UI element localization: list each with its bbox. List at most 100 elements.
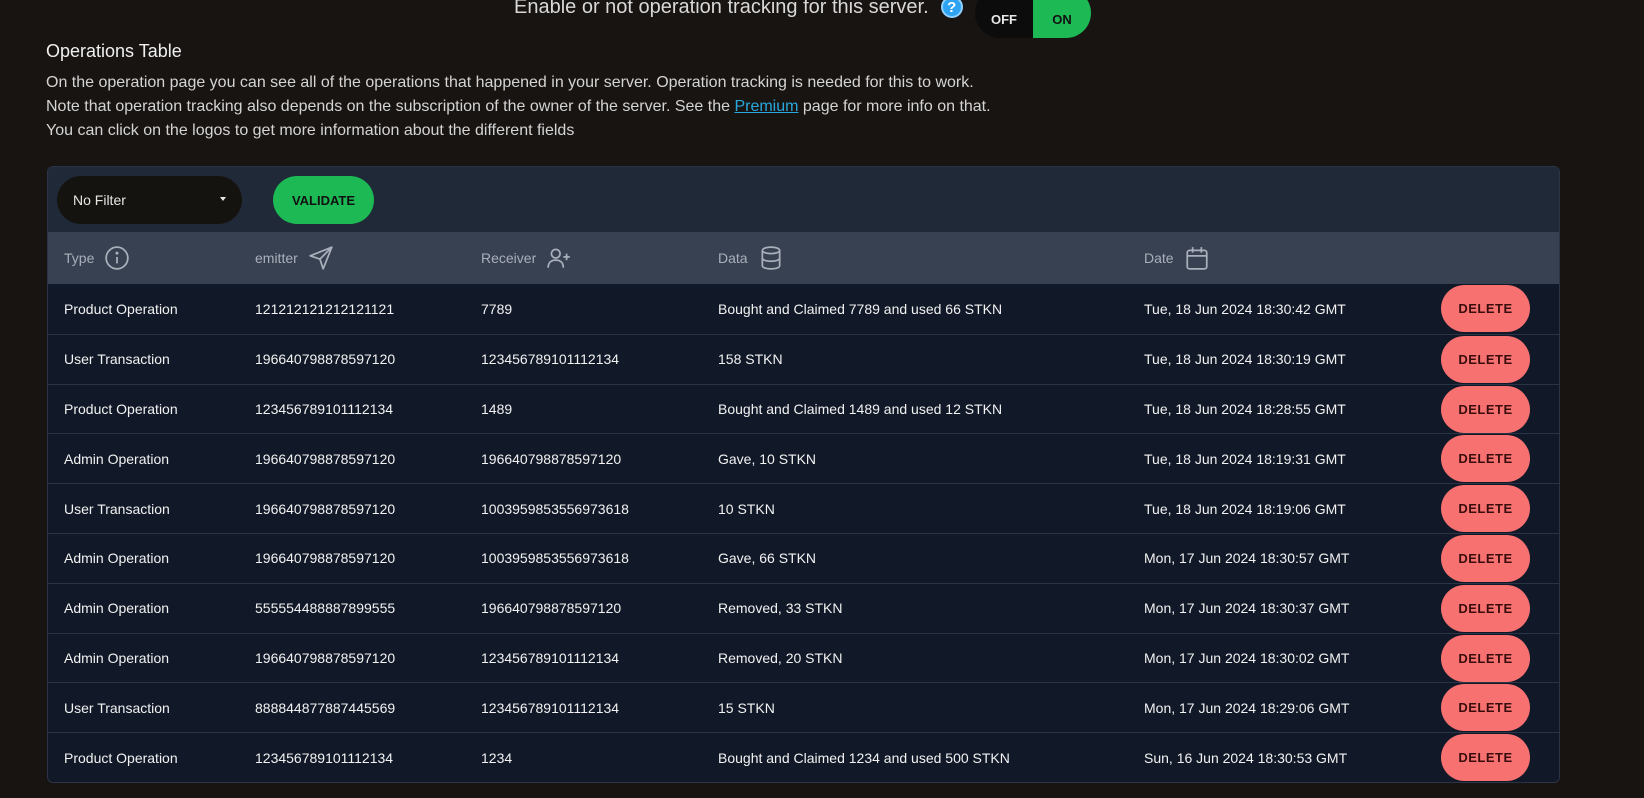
- table-body: Product Operation 121212121212121121 7789 B…: [48, 284, 1559, 782]
- table-row: Product Operation 121212121212121121 7789 B…: [48, 284, 1559, 334]
- cell-receiver: 1234: [481, 749, 513, 766]
- header-type-label: Type: [64, 250, 95, 266]
- cell-data: Bought and Claimed 1234 and used 500 STK…: [718, 749, 1010, 766]
- cell-receiver: 196640798878597120: [481, 600, 622, 617]
- cell-date: Tue, 18 Jun 2024 18:19:31 GMT: [1144, 450, 1346, 467]
- desc-line-2: Note that operation tracking also depend…: [46, 95, 991, 119]
- tracking-question-text: Enable or not operation tracking for thi…: [514, 0, 929, 18]
- header-date-label: Date: [1144, 250, 1174, 266]
- cell-emitter: 123456789101112134: [255, 400, 394, 417]
- cell-receiver: 123456789101112134: [481, 649, 620, 666]
- table-row: Admin Operation 196640798878597120 1234567…: [48, 632, 1559, 683]
- table-row: Admin Operation 555554488887899555 1966407…: [48, 582, 1559, 633]
- header-date: Date: [1144, 232, 1210, 284]
- cell-type: Admin Operation: [64, 600, 170, 617]
- info-icon[interactable]: [104, 245, 130, 271]
- tracking-toggle[interactable]: OFF ON: [975, 0, 1091, 38]
- operations-panel: No Filter VALIDATE Type emitter Receiver…: [47, 166, 1560, 783]
- cell-date: Tue, 18 Jun 2024 18:30:19 GMT: [1144, 351, 1346, 368]
- delete-button[interactable]: DELETE: [1441, 335, 1530, 383]
- cell-date: Mon, 17 Jun 2024 18:29:06 GMT: [1144, 699, 1350, 716]
- cell-emitter: 196640798878597120: [255, 649, 396, 666]
- cell-type: Product Operation: [64, 749, 178, 766]
- cell-emitter: 123456789101112134: [255, 749, 394, 766]
- cell-emitter: 196640798878597120: [255, 351, 396, 368]
- toggle-off[interactable]: OFF: [975, 0, 1033, 38]
- delete-button[interactable]: DELETE: [1441, 684, 1530, 732]
- delete-button[interactable]: DELETE: [1441, 734, 1530, 782]
- delete-button[interactable]: DELETE: [1441, 584, 1530, 632]
- database-icon[interactable]: [758, 245, 784, 271]
- delete-button[interactable]: DELETE: [1441, 285, 1530, 332]
- header-type: Type: [64, 232, 130, 284]
- desc-line-2-after: page for more info on that.: [798, 98, 991, 115]
- header-receiver-label: Receiver: [481, 250, 537, 266]
- cell-data: 10 STKN: [718, 500, 775, 517]
- cell-receiver: 1003959853556973618: [481, 550, 629, 567]
- cell-type: User Transaction: [64, 699, 170, 716]
- table-row: Product Operation 123456789101112134 1234 B…: [48, 732, 1559, 782]
- cell-date: Tue, 18 Jun 2024 18:19:06 GMT: [1144, 500, 1346, 517]
- header-data: Data: [718, 232, 784, 284]
- filter-value: No Filter: [73, 192, 126, 208]
- delete-button[interactable]: DELETE: [1441, 435, 1530, 483]
- cell-receiver: 196640798878597120: [481, 450, 622, 467]
- cell-type: Admin Operation: [64, 450, 170, 467]
- table-row: User Transaction 196640798878597120 100395…: [48, 483, 1559, 533]
- validate-button[interactable]: VALIDATE: [273, 176, 374, 224]
- cell-data: Gave, 10 STKN: [718, 450, 817, 467]
- cell-emitter: 555554488887899555: [255, 600, 396, 617]
- user-plus-icon[interactable]: [546, 245, 572, 271]
- cell-date: Sun, 16 Jun 2024 18:30:53 GMT: [1144, 749, 1348, 766]
- delete-button[interactable]: DELETE: [1441, 485, 1530, 533]
- cell-type: User Transaction: [64, 500, 170, 517]
- section-title: Operations Table: [46, 41, 182, 61]
- cell-receiver: 123456789101112134: [481, 699, 620, 716]
- delete-button[interactable]: DELETE: [1441, 385, 1530, 433]
- cell-type: Admin Operation: [64, 550, 170, 567]
- cell-data: Bought and Claimed 7789 and used 66 STKN: [718, 300, 1003, 317]
- cell-emitter: 196640798878597120: [255, 450, 396, 467]
- cell-date: Tue, 18 Jun 2024 18:28:55 GMT: [1144, 400, 1346, 417]
- cell-date: Mon, 17 Jun 2024 18:30:37 GMT: [1144, 600, 1350, 617]
- cell-receiver: 123456789101112134: [481, 351, 620, 368]
- cell-data: 158 STKN: [718, 351, 783, 368]
- cell-emitter: 196640798878597120: [255, 550, 396, 567]
- toggle-on[interactable]: ON: [1033, 0, 1091, 38]
- delete-button[interactable]: DELETE: [1441, 534, 1530, 582]
- table-header: Type emitter Receiver Data Date: [48, 232, 1559, 284]
- table-row: Product Operation 123456789101112134 1489 B…: [48, 383, 1559, 434]
- cell-type: Product Operation: [64, 300, 178, 317]
- desc-line-1: On the operation page you can see all of…: [46, 74, 974, 91]
- desc-line-3: You can click on the logos to get more i…: [46, 122, 575, 139]
- cell-receiver: 1003959853556973618: [481, 500, 629, 517]
- cell-data: Removed, 20 STKN: [718, 649, 843, 666]
- premium-link[interactable]: Premium: [734, 98, 798, 115]
- cell-date: Tue, 18 Jun 2024 18:30:42 GMT: [1144, 300, 1346, 317]
- filter-select[interactable]: No Filter: [57, 176, 242, 224]
- cell-emitter: 196640798878597120: [255, 500, 396, 517]
- table-row: Admin Operation 196640798878597120 1003959…: [48, 532, 1559, 583]
- cell-emitter: 888844877887445569: [255, 699, 396, 716]
- cell-receiver: 1489: [481, 400, 513, 417]
- table-toolbar: No Filter VALIDATE: [48, 167, 1559, 232]
- cell-data: Gave, 66 STKN: [718, 550, 817, 567]
- tracking-question: Enable or not operation tracking for thi…: [514, 0, 963, 22]
- desc-line-2-before: Note that operation tracking also depend…: [46, 98, 735, 115]
- caret-down-icon: [220, 197, 226, 201]
- cell-type: User Transaction: [64, 351, 170, 368]
- cell-type: Admin Operation: [64, 649, 170, 666]
- delete-button[interactable]: DELETE: [1441, 634, 1530, 682]
- cell-type: Product Operation: [64, 400, 178, 417]
- table-row: Admin Operation 196640798878597120 1966407…: [48, 433, 1559, 483]
- cell-emitter: 121212121212121121: [255, 300, 395, 317]
- cell-data: Bought and Claimed 1489 and used 12 STKN: [718, 400, 1003, 417]
- cell-data: Removed, 33 STKN: [718, 600, 843, 617]
- header-emitter-label: emitter: [255, 250, 298, 266]
- calendar-icon[interactable]: [1184, 245, 1210, 271]
- cell-date: Mon, 17 Jun 2024 18:30:02 GMT: [1144, 649, 1350, 666]
- send-icon[interactable]: [308, 245, 334, 271]
- section-description: On the operation page you can see all of…: [46, 71, 991, 143]
- header-emitter: emitter: [255, 232, 334, 284]
- question-circle-icon[interactable]: ?: [940, 0, 963, 18]
